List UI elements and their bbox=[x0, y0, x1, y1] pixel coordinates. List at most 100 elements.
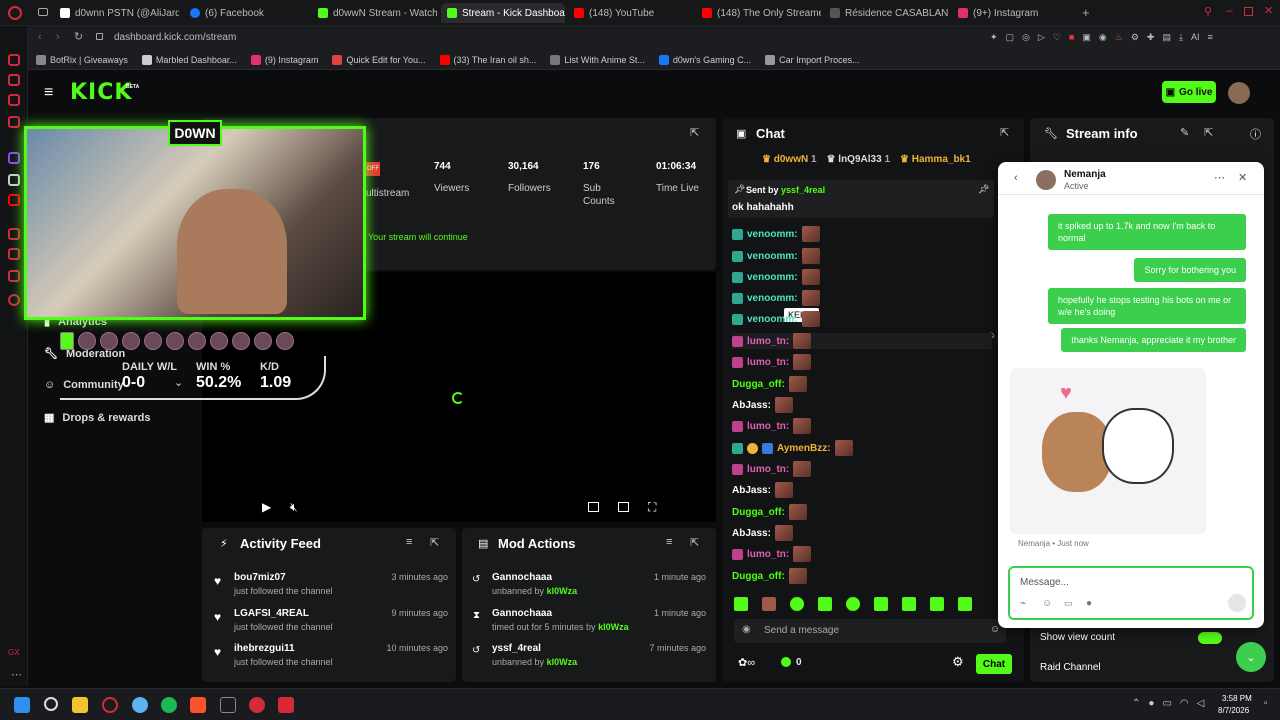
more-icon[interactable]: ⋯ bbox=[11, 668, 22, 681]
fullscreen-button[interactable]: ⛶ bbox=[648, 500, 656, 515]
tab-twitter[interactable]: d0wnn PSTN (@AliJardak) / bbox=[54, 3, 179, 23]
chat-message[interactable]: lumo_tn: bbox=[732, 354, 812, 370]
app-icon[interactable] bbox=[278, 697, 294, 713]
emote-icon[interactable] bbox=[818, 597, 832, 611]
popout-icon[interactable]: ⇱ bbox=[690, 126, 699, 139]
tab-facebook[interactable]: (6) Facebook bbox=[184, 3, 309, 23]
chat-message[interactable]: Dugga_off: bbox=[732, 504, 807, 520]
bookmark-marbled[interactable]: Marbled Dashboar... bbox=[141, 54, 237, 65]
opera-sidebar-icon[interactable] bbox=[8, 228, 20, 240]
menu-icon[interactable]: ≡ bbox=[1207, 32, 1212, 43]
avatar[interactable] bbox=[1228, 82, 1250, 104]
chat-message[interactable]: venoomm: bbox=[732, 311, 820, 327]
view-count-toggle[interactable] bbox=[1198, 632, 1222, 644]
filter-icon[interactable]: ≡ bbox=[406, 536, 412, 548]
emote-icon[interactable] bbox=[874, 597, 888, 611]
chat-message[interactable]: lumo_tn: bbox=[732, 546, 812, 562]
chat-message[interactable]: lumo_tn: bbox=[732, 333, 992, 349]
gx-icon[interactable]: GX bbox=[8, 648, 20, 657]
chat-message[interactable]: venoomm: bbox=[732, 290, 820, 306]
puzzle-icon[interactable]: ✚ bbox=[1147, 32, 1155, 43]
points-icon[interactable]: ✿∞ bbox=[738, 656, 755, 669]
filter-icon[interactable]: ≡ bbox=[666, 536, 672, 548]
opera-logo-icon[interactable] bbox=[8, 6, 22, 20]
camera-icon[interactable]: ◎ bbox=[1022, 32, 1030, 43]
raid-channel-label[interactable]: Raid Channel bbox=[1040, 662, 1101, 673]
go-live-button[interactable]: ▣ Go live bbox=[1162, 81, 1216, 103]
opera-sidebar-icon[interactable] bbox=[8, 54, 20, 66]
tab-youtube-video[interactable]: (148) The Only Streamer T bbox=[696, 3, 821, 23]
opera-sidebar-icon[interactable] bbox=[8, 248, 20, 260]
popout-icon[interactable]: ⇱ bbox=[1000, 126, 1009, 139]
emote-icon[interactable] bbox=[762, 597, 776, 611]
chat-settings-icon[interactable]: ◉ bbox=[742, 624, 751, 635]
opera-gx-icon[interactable] bbox=[102, 697, 118, 713]
windows-start-icon[interactable] bbox=[14, 697, 30, 713]
chat-message[interactable]: venoomm: bbox=[732, 226, 820, 242]
tab-youtube[interactable]: (148) YouTube bbox=[568, 3, 693, 23]
chat-message[interactable]: AymenBzz: bbox=[732, 440, 853, 456]
brave-icon[interactable] bbox=[190, 697, 206, 713]
url-field[interactable]: dashboard.kick.com/stream bbox=[114, 32, 236, 43]
gif-icon[interactable]: ▭ bbox=[1064, 598, 1073, 609]
bookmark-gaming[interactable]: d0wn's Gaming C... bbox=[658, 54, 751, 65]
tab-instagram[interactable]: (9+) Instagram bbox=[952, 3, 1077, 23]
chat-message[interactable]: AbJass: bbox=[732, 482, 793, 498]
hamburger-menu-icon[interactable]: ≡ bbox=[44, 84, 53, 102]
microphone-icon[interactable]: ● bbox=[1086, 598, 1092, 609]
bookmark-instagram[interactable]: (9) Instagram bbox=[250, 54, 318, 65]
popout-icon[interactable]: ⇱ bbox=[1204, 126, 1213, 139]
send-button[interactable] bbox=[1228, 594, 1246, 612]
popout-icon[interactable]: ⇱ bbox=[690, 536, 699, 549]
monitor-icon[interactable]: ▭ bbox=[1162, 698, 1171, 709]
back-icon[interactable]: ‹ bbox=[1014, 172, 1018, 184]
extension-red-icon[interactable]: ■ bbox=[1069, 32, 1074, 43]
chat-message[interactable]: AbJass: bbox=[732, 397, 793, 413]
emote-icon[interactable] bbox=[902, 597, 916, 611]
opera-sidebar-icon[interactable] bbox=[8, 74, 20, 86]
clock-date[interactable]: 8/7/2026 bbox=[1218, 706, 1249, 715]
emote-icon[interactable] bbox=[790, 597, 804, 611]
forward-icon[interactable]: › bbox=[56, 31, 60, 43]
opera-sidebar-icon[interactable] bbox=[8, 270, 20, 282]
extension-icon[interactable]: ▣ bbox=[1082, 32, 1091, 43]
settings-icon[interactable] bbox=[8, 294, 20, 306]
spotify-icon[interactable] bbox=[161, 697, 177, 713]
heart-icon[interactable]: ♡ bbox=[1053, 32, 1061, 43]
close-icon[interactable]: ✕ bbox=[1238, 171, 1247, 184]
gift-icon[interactable]: ▤ bbox=[1162, 32, 1171, 43]
chat-message[interactable]: lumo_tn: bbox=[732, 418, 812, 434]
xbox-icon[interactable] bbox=[220, 697, 236, 713]
tab-residence[interactable]: Résidence CASABLANCA bbox=[824, 3, 949, 23]
tab-kick-dashboard[interactable]: Stream - Kick Dashboard✕ bbox=[441, 3, 565, 23]
clock-time[interactable]: 3:58 PM bbox=[1222, 694, 1252, 703]
search-icon[interactable] bbox=[44, 697, 58, 711]
more-options-icon[interactable]: ⋯ bbox=[1214, 171, 1225, 184]
chat-message[interactable]: lumo_tn: bbox=[732, 461, 812, 477]
chevron-up-icon[interactable]: ⌃ bbox=[1132, 698, 1140, 709]
play-button[interactable]: ▶ bbox=[262, 500, 271, 514]
play-icon[interactable]: ▷ bbox=[1038, 32, 1045, 43]
bookmark-anime-list[interactable]: List With Anime St... bbox=[550, 54, 645, 65]
chat-input[interactable]: ◉ Send a message ☺ bbox=[734, 619, 1006, 643]
opera-sidebar-icon[interactable] bbox=[8, 94, 20, 106]
chat-message[interactable]: venoomm: bbox=[732, 248, 820, 264]
download-icon[interactable]: ⤓ bbox=[1179, 32, 1183, 43]
opera-sidebar-icon[interactable] bbox=[8, 116, 20, 128]
new-tab-button[interactable]: + bbox=[1082, 5, 1090, 20]
emoji-icon[interactable]: ☺ bbox=[1042, 598, 1052, 609]
reload-icon[interactable]: ↻ bbox=[74, 30, 83, 43]
flame-icon[interactable]: ♨ bbox=[1115, 32, 1123, 43]
extension-icon[interactable]: ◉ bbox=[1099, 32, 1107, 43]
system-tray-icons[interactable]: ⌃ ● ▭ ◠ ◁ bbox=[1132, 698, 1204, 709]
emote-icon[interactable] bbox=[930, 597, 944, 611]
extension-icon[interactable]: ⚙ bbox=[1131, 32, 1139, 43]
minimize-button[interactable]: – bbox=[1226, 3, 1233, 17]
volume-icon[interactable]: ◁ bbox=[1197, 698, 1205, 709]
mute-button[interactable]: 🔇︎ bbox=[290, 500, 298, 515]
maximize-button[interactable] bbox=[1244, 7, 1253, 16]
pin-icon[interactable]: ✦ bbox=[990, 32, 998, 43]
chevron-down-button[interactable]: ⌄ bbox=[1236, 642, 1266, 672]
app-icon[interactable] bbox=[249, 697, 265, 713]
tab-overview-icon[interactable] bbox=[38, 8, 48, 16]
